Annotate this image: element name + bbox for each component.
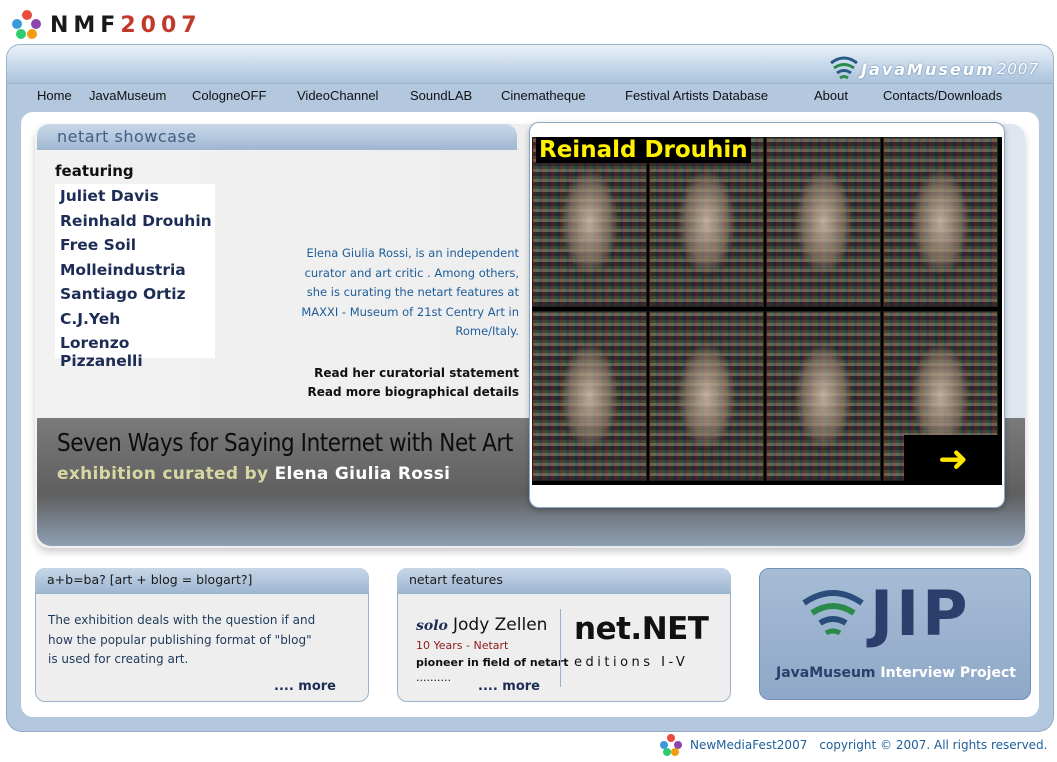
blogart-more-link[interactable]: .... more bbox=[274, 679, 336, 694]
portrait-mosaic-image[interactable]: Reinald Drouhin ➜ bbox=[532, 137, 1002, 485]
curator-links: Read her curatorial statement Read more … bbox=[265, 364, 519, 402]
netart-showcase: netart showcase featuring Juliet Davis R… bbox=[35, 122, 1025, 548]
main-frame: Home JavaMuseum CologneOFF VideoChannel … bbox=[6, 84, 1054, 732]
featured-artwork-panel[interactable]: Reinald Drouhin ➜ bbox=[529, 122, 1005, 508]
netart-more-link[interactable]: .... more bbox=[478, 679, 540, 694]
artist-link[interactable]: Molleindustria bbox=[55, 258, 215, 283]
arrow-right-icon: ➜ bbox=[938, 439, 969, 480]
color-dots-icon bbox=[660, 734, 682, 756]
nav-soundlab[interactable]: SoundLAB bbox=[410, 88, 472, 103]
footer: NewMediaFest2007 copyright © 2007. All r… bbox=[660, 734, 1047, 756]
logo-year-text: 2007 bbox=[120, 12, 202, 38]
nav-cinematheque[interactable]: Cinematheque bbox=[501, 88, 586, 103]
footer-copyright: copyright © 2007. All rights reserved. bbox=[819, 738, 1048, 752]
jody-zellen-name: Jody Zellen bbox=[452, 615, 548, 635]
header-band: JavaMuseum 2007 bbox=[6, 44, 1054, 84]
javamuseum-year: 2007 bbox=[996, 60, 1039, 78]
blogart-description: The exhibition deals with the question i… bbox=[48, 613, 316, 666]
nav-contacts-downloads[interactable]: Contacts/Downloads bbox=[883, 88, 1002, 103]
jip-letters: JIP bbox=[870, 577, 971, 650]
exhibition-title: Seven Ways for Saying Internet with Net … bbox=[57, 428, 513, 457]
netart-features-title: netart features bbox=[409, 572, 503, 587]
next-arrow-button[interactable]: ➜ bbox=[904, 435, 1000, 485]
curator-name: Elena Giulia Rossi bbox=[274, 464, 451, 484]
showcase-tab: netart showcase bbox=[37, 124, 517, 150]
curated-by: exhibition curated by Elena Giulia Rossi bbox=[57, 464, 451, 484]
net-net-editions: editions I-V bbox=[574, 655, 689, 670]
javamuseum-title: JavaMuseum bbox=[861, 59, 995, 79]
color-dots-icon bbox=[12, 10, 42, 40]
logo-nmf-text: NMF bbox=[50, 12, 121, 38]
net-net-link[interactable]: net.NET bbox=[574, 611, 709, 647]
artist-link[interactable]: Free Soil bbox=[55, 233, 215, 258]
artist-link[interactable]: Juliet Davis bbox=[55, 184, 215, 209]
biographical-details-link[interactable]: Read more biographical details bbox=[265, 383, 519, 402]
artist-link[interactable]: Santiago Ortiz bbox=[55, 282, 215, 307]
nav-cologneoff[interactable]: CologneOFF bbox=[192, 88, 266, 103]
featured-artist-name: Reinald Drouhin bbox=[536, 137, 751, 163]
javamuseum-brand[interactable]: JavaMuseum 2007 bbox=[827, 55, 1039, 83]
artist-link[interactable]: Lorenzo Pizzanelli bbox=[55, 331, 215, 370]
curatorial-statement-link[interactable]: Read her curatorial statement bbox=[265, 364, 519, 383]
nmf-logo[interactable]: NMF2007 bbox=[12, 10, 202, 40]
jip-caption: JavaMuseum Interview Project bbox=[776, 665, 1016, 681]
blogart-panel: a+b=ba? [art + blog = blogart?] The exhi… bbox=[35, 568, 369, 702]
jody-zellen-desc: pioneer in field of netart bbox=[416, 656, 569, 669]
netart-features-panel: netart features solo Jody Zellen 10 Year… bbox=[397, 568, 731, 702]
divider bbox=[560, 609, 561, 687]
blogart-title: a+b=ba? [art + blog = blogart?] bbox=[47, 572, 253, 587]
footer-brand-link[interactable]: NewMediaFest2007 bbox=[690, 738, 807, 752]
javamuseum-wave-icon bbox=[830, 56, 858, 80]
nav-javamuseum[interactable]: JavaMuseum bbox=[89, 88, 166, 103]
artist-link[interactable]: Reinhald Drouhin bbox=[55, 209, 215, 234]
showcase-title: netart showcase bbox=[57, 127, 197, 146]
curator-bio: Elena Giulia Rossi, is an independent cu… bbox=[301, 246, 519, 338]
nav-home[interactable]: Home bbox=[37, 88, 72, 103]
jody-zellen-tagline: 10 Years - Netart bbox=[416, 639, 509, 652]
artist-link[interactable]: C.J.Yeh bbox=[55, 307, 215, 332]
jip-panel[interactable]: JIP JavaMuseum Interview Project bbox=[759, 568, 1031, 700]
nav-videochannel[interactable]: VideoChannel bbox=[297, 88, 378, 103]
artist-list: Juliet Davis Reinhald Drouhin Free Soil … bbox=[55, 184, 215, 370]
javamuseum-wave-icon bbox=[802, 590, 864, 636]
jody-zellen-link[interactable]: solo Jody Zellen bbox=[416, 615, 547, 635]
main-nav: Home JavaMuseum CologneOFF VideoChannel … bbox=[7, 84, 1053, 108]
nav-festival-artists-database[interactable]: Festival Artists Database bbox=[625, 88, 768, 103]
page: NMF2007 JavaMuseum 2007 Home JavaMuseum C… bbox=[0, 0, 1057, 762]
content-panel: netart showcase featuring Juliet Davis R… bbox=[21, 112, 1039, 717]
featuring-label: featuring bbox=[55, 162, 134, 180]
nav-about[interactable]: About bbox=[814, 88, 848, 103]
